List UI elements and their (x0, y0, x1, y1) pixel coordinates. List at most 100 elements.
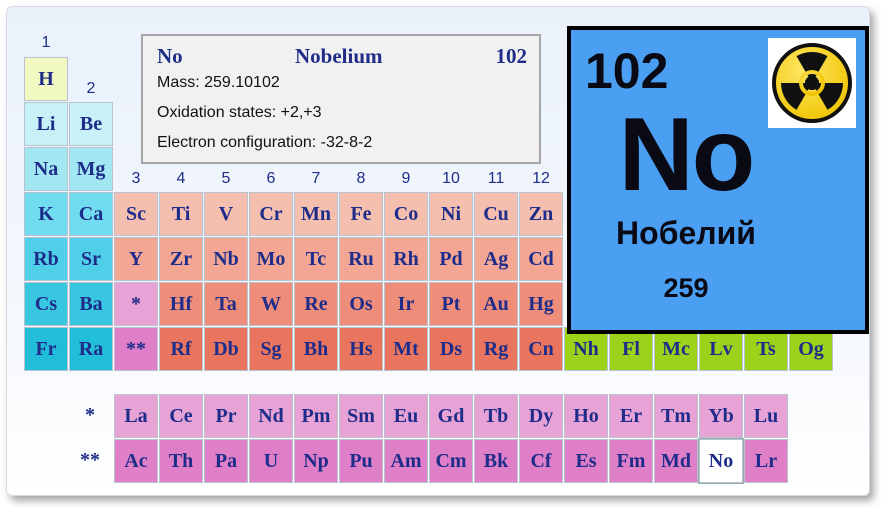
element-cell-u[interactable]: U (249, 439, 293, 483)
element-cell-ni[interactable]: Ni (429, 192, 473, 236)
element-cell-zn[interactable]: Zn (519, 192, 563, 236)
radiation-hazard-icon (768, 38, 856, 128)
group-number-9: 9 (401, 170, 411, 187)
lanthanide-placeholder-cell[interactable]: * (114, 282, 158, 326)
element-cell-co[interactable]: Co (384, 192, 428, 236)
element-cell-yb[interactable]: Yb (699, 394, 743, 438)
element-cell-os[interactable]: Os (339, 282, 383, 326)
element-cell-rh[interactable]: Rh (384, 237, 428, 281)
group-number-10: 10 (442, 170, 460, 187)
element-cell-zr[interactable]: Zr (159, 237, 203, 281)
element-cell-db[interactable]: Db (204, 327, 248, 371)
element-cell-nb[interactable]: Nb (204, 237, 248, 281)
element-cell-bh[interactable]: Bh (294, 327, 338, 371)
info-oxidation-states: Oxidation states: +2,+3 (157, 104, 322, 121)
element-cell-rb[interactable]: Rb (24, 237, 68, 281)
element-cell-k[interactable]: K (24, 192, 68, 236)
element-cell-tm[interactable]: Tm (654, 394, 698, 438)
actinide-placeholder-cell[interactable]: ** (114, 327, 158, 371)
element-cell-ru[interactable]: Ru (339, 237, 383, 281)
element-cell-es[interactable]: Es (564, 439, 608, 483)
group-number-6: 6 (266, 170, 276, 187)
element-cell-cf[interactable]: Cf (519, 439, 563, 483)
element-cell-nd[interactable]: Nd (249, 394, 293, 438)
element-cell-re[interactable]: Re (294, 282, 338, 326)
element-cell-ba[interactable]: Ba (69, 282, 113, 326)
group-number-11: 11 (487, 170, 505, 187)
element-cell-sm[interactable]: Sm (339, 394, 383, 438)
element-cell-ti[interactable]: Ti (159, 192, 203, 236)
element-cell-eu[interactable]: Eu (384, 394, 428, 438)
element-cell-tc[interactable]: Tc (294, 237, 338, 281)
element-cell-bk[interactable]: Bk (474, 439, 518, 483)
info-mass: Mass: 259.10102 (157, 74, 280, 91)
element-cell-la[interactable]: La (114, 394, 158, 438)
group-number-4: 4 (176, 170, 186, 187)
element-cell-sc[interactable]: Sc (114, 192, 158, 236)
element-cell-am[interactable]: Am (384, 439, 428, 483)
element-cell-np[interactable]: Np (294, 439, 338, 483)
element-cell-v[interactable]: V (204, 192, 248, 236)
element-cell-fr[interactable]: Fr (24, 327, 68, 371)
element-cell-fm[interactable]: Fm (609, 439, 653, 483)
info-symbol: No (157, 44, 183, 68)
element-cell-pt[interactable]: Pt (429, 282, 473, 326)
element-cell-pr[interactable]: Pr (204, 394, 248, 438)
element-cell-cr[interactable]: Cr (249, 192, 293, 236)
element-cell-hs[interactable]: Hs (339, 327, 383, 371)
element-cell-sg[interactable]: Sg (249, 327, 293, 371)
element-cell-ag[interactable]: Ag (474, 237, 518, 281)
element-cell-pd[interactable]: Pd (429, 237, 473, 281)
element-cell-mo[interactable]: Mo (249, 237, 293, 281)
element-cell-hf[interactable]: Hf (159, 282, 203, 326)
group-number-5: 5 (221, 170, 231, 187)
periodic-table-panel: 1 2 3 4 5 6 7 8 9 10 11 12 H Li Be Na Mg K Ca Sc Ti V Cr Mn Fe C… (6, 6, 870, 496)
element-cell-cs[interactable]: Cs (24, 282, 68, 326)
element-cell-ra[interactable]: Ra (69, 327, 113, 371)
element-cell-fe[interactable]: Fe (339, 192, 383, 236)
actinide-row-marker: ** (80, 449, 100, 471)
element-cell-pa[interactable]: Pa (204, 439, 248, 483)
element-cell-ac[interactable]: Ac (114, 439, 158, 483)
element-cell-lr[interactable]: Lr (744, 439, 788, 483)
group-number-7: 7 (311, 170, 321, 187)
element-cell-cd[interactable]: Cd (519, 237, 563, 281)
element-cell-rf[interactable]: Rf (159, 327, 203, 371)
element-cell-er[interactable]: Er (609, 394, 653, 438)
element-cell-y[interactable]: Y (114, 237, 158, 281)
element-cell-dy[interactable]: Dy (519, 394, 563, 438)
element-cell-no-selected[interactable]: No (698, 438, 744, 484)
element-cell-mg[interactable]: Mg (69, 147, 113, 191)
element-cell-mn[interactable]: Mn (294, 192, 338, 236)
element-cell-ca[interactable]: Ca (69, 192, 113, 236)
element-cell-li[interactable]: Li (24, 102, 68, 146)
tile-symbol: No (618, 97, 756, 213)
element-cell-na[interactable]: Na (24, 147, 68, 191)
element-cell-mt[interactable]: Mt (384, 327, 428, 371)
element-cell-w[interactable]: W (249, 282, 293, 326)
element-cell-tb[interactable]: Tb (474, 394, 518, 438)
element-cell-rg[interactable]: Rg (474, 327, 518, 371)
tile-mass: 259 (663, 273, 709, 303)
element-cell-ir[interactable]: Ir (384, 282, 428, 326)
element-cell-au[interactable]: Au (474, 282, 518, 326)
element-cell-sr[interactable]: Sr (69, 237, 113, 281)
element-cell-ho[interactable]: Ho (564, 394, 608, 438)
element-cell-cu[interactable]: Cu (474, 192, 518, 236)
info-number: 102 (495, 44, 528, 68)
element-cell-be[interactable]: Be (69, 102, 113, 146)
element-cell-hg[interactable]: Hg (519, 282, 563, 326)
lanthanide-row-marker: * (85, 404, 95, 426)
element-cell-cm[interactable]: Cm (429, 439, 473, 483)
element-cell-lu[interactable]: Lu (744, 394, 788, 438)
element-cell-ds[interactable]: Ds (429, 327, 473, 371)
element-cell-gd[interactable]: Gd (429, 394, 473, 438)
element-cell-pm[interactable]: Pm (294, 394, 338, 438)
element-cell-cn[interactable]: Cn (519, 327, 563, 371)
element-cell-md[interactable]: Md (654, 439, 698, 483)
element-cell-pu[interactable]: Pu (339, 439, 383, 483)
element-cell-th[interactable]: Th (159, 439, 203, 483)
element-cell-h[interactable]: H (24, 57, 68, 101)
element-cell-ce[interactable]: Ce (159, 394, 203, 438)
element-cell-ta[interactable]: Ta (204, 282, 248, 326)
